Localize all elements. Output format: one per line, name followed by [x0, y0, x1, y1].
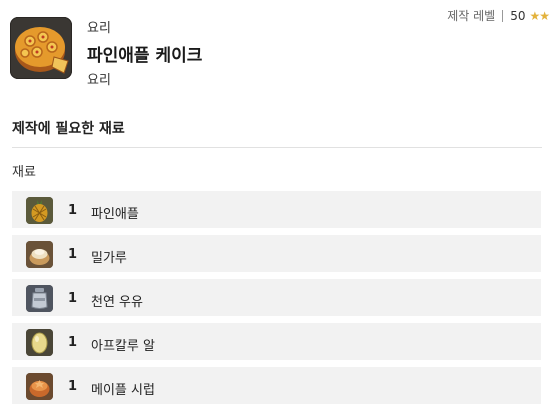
material-qty: 1: [68, 247, 78, 262]
level-stars-icon: ★★: [529, 8, 549, 23]
flour-icon: [26, 241, 53, 268]
material-qty: 1: [68, 291, 78, 306]
material-name: 파인애플: [91, 207, 139, 222]
crafting-level-value: 50: [510, 8, 526, 23]
material-row[interactable]: 1 메이플 시럽: [12, 367, 541, 404]
crafting-level: 제작 레벨 50 ★★: [447, 7, 550, 24]
item-header: 요리 파인애플 케이크 요리 제작 레벨 50 ★★: [0, 0, 555, 100]
item-category-top: 요리: [87, 21, 111, 36]
material-row[interactable]: 1 천연 우유: [12, 279, 541, 316]
material-row[interactable]: 1 밀가루: [12, 235, 541, 272]
material-row[interactable]: 1 파인애플: [12, 191, 541, 228]
material-qty: 1: [68, 335, 78, 350]
material-name: 밀가루: [91, 251, 127, 266]
pineapple-icon: [26, 197, 53, 224]
material-qty: 1: [68, 203, 78, 218]
item-category-bottom: 요리: [87, 73, 111, 88]
milk-jar-icon: [26, 285, 53, 312]
pineapple-cake-icon: [10, 17, 72, 79]
egg-icon: [26, 329, 53, 356]
material-name: 아프칼루 알: [91, 339, 155, 354]
material-name: 메이플 시럽: [91, 383, 155, 398]
crafting-level-label: 제작 레벨: [447, 9, 496, 23]
material-qty: 1: [68, 379, 78, 394]
material-row[interactable]: 1 아프칼루 알: [12, 323, 541, 360]
level-separator: [502, 9, 504, 22]
materials-list: 1 파인애플 1 밀가루 1 천연 우유 1 아프칼루 알 1 메이플 시럽: [12, 191, 541, 411]
section-title: 제작에 필요한 재료: [12, 121, 125, 137]
materials-group-label: 재료: [12, 165, 36, 180]
item-title: 파인애플 케이크: [87, 46, 203, 66]
material-name: 천연 우유: [91, 295, 143, 310]
maple-syrup-icon: [26, 373, 53, 400]
section-divider: [12, 147, 542, 148]
